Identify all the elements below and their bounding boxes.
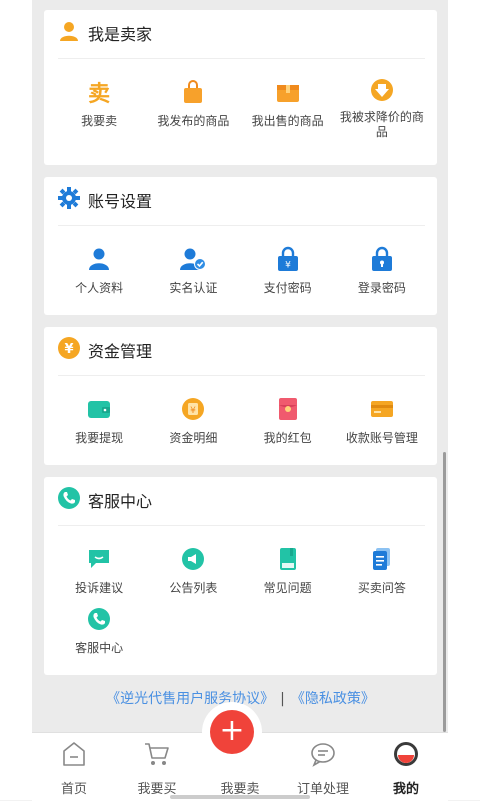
account-grid: 个人资料 实名认证 ¥ 支付密码 登录密码 — [52, 245, 429, 305]
yen-coin-icon: ¥ — [58, 337, 80, 363]
phone-circle-icon — [58, 487, 80, 513]
svg-text:¥: ¥ — [285, 261, 291, 271]
profile-avatar-icon — [394, 742, 418, 766]
home-icon — [63, 742, 85, 766]
home-indicator — [170, 795, 310, 799]
tile-label: 公告列表 — [169, 581, 218, 595]
box-icon — [274, 78, 302, 106]
tile-my-sold[interactable]: 我出售的商品 — [241, 78, 335, 138]
section-title: 资金管理 — [88, 342, 153, 361]
agreement-link[interactable]: 《逆光代售用户服务协议》 — [106, 691, 274, 707]
tile-faq[interactable]: 常见问题 — [241, 545, 335, 605]
tile-login-password[interactable]: 登录密码 — [335, 245, 429, 305]
right-margin — [448, 0, 480, 800]
tile-my-posted[interactable]: 我发布的商品 — [146, 78, 240, 138]
tile-announcements[interactable]: 公告列表 — [146, 545, 240, 605]
coin-detail-icon: ¥ — [179, 395, 207, 423]
tile-fund-detail[interactable]: ¥ 资金明细 — [146, 395, 240, 455]
user-orange-icon — [58, 20, 80, 46]
tab-orders[interactable]: 订单处理 — [283, 733, 363, 801]
left-margin — [0, 0, 32, 800]
book-icon — [274, 545, 302, 573]
message-icon — [311, 743, 335, 767]
login-lock-icon — [368, 245, 396, 273]
tile-label: 我的红包 — [263, 431, 312, 445]
tab-mine[interactable]: 我的 — [366, 733, 446, 801]
link-separator: | — [280, 691, 285, 707]
tile-label: 我要提现 — [75, 431, 124, 445]
sell-text-icon: 卖 — [88, 82, 111, 107]
tile-profile[interactable]: 个人资料 — [52, 245, 146, 305]
phone-icon — [85, 605, 113, 633]
seller-card: 我是卖家 卖 我要卖 我发布的商品 我出售的商品 我被求降价的商品 — [44, 10, 437, 165]
tile-complaint[interactable]: 投诉建议 — [52, 545, 146, 605]
tile-label: 实名认证 — [169, 281, 218, 295]
tile-payment-password[interactable]: ¥ 支付密码 — [241, 245, 335, 305]
divider — [58, 58, 425, 59]
account-card-header: 账号设置 — [44, 177, 437, 223]
section-title: 账号设置 — [88, 192, 153, 211]
tile-label: 常见问题 — [263, 581, 312, 595]
account-settings-card: 账号设置 个人资料 实名认证 ¥ 支付密码 登录密码 — [44, 177, 437, 315]
scrollbar[interactable] — [443, 452, 446, 732]
section-title: 客服中心 — [88, 492, 153, 511]
tile-label: 客服中心 — [75, 641, 124, 655]
tile-withdraw[interactable]: 我要提现 — [52, 395, 146, 455]
funds-card: ¥ 资金管理 我要提现 ¥ 资金明细 我的红包 收款账号管理 — [44, 327, 437, 465]
red-packet-icon — [274, 395, 302, 423]
document-icon — [368, 545, 396, 573]
card-icon — [368, 395, 396, 423]
tab-label: 我的 — [392, 782, 419, 797]
cart-icon — [145, 743, 169, 765]
tile-service-center[interactable]: 客服中心 — [52, 605, 146, 665]
tile-label: 我被求降价的商品 — [339, 110, 424, 139]
tile-label: 我发布的商品 — [157, 114, 230, 128]
tile-label: 收款账号管理 — [345, 431, 418, 445]
verified-person-icon — [179, 245, 207, 273]
tab-buy[interactable]: 我要买 — [117, 733, 197, 801]
person-icon — [85, 245, 113, 273]
tab-label: 首页 — [60, 782, 87, 797]
tile-label: 我出售的商品 — [251, 114, 324, 128]
seller-card-header: 我是卖家 — [44, 10, 437, 56]
svg-text:¥: ¥ — [191, 406, 197, 416]
sell-plus-button[interactable]: + — [210, 710, 254, 754]
divider — [58, 375, 425, 376]
privacy-link[interactable]: 《隐私政策》 — [291, 691, 375, 707]
chat-bubble-icon — [85, 545, 113, 573]
tile-label: 买卖问答 — [357, 581, 406, 595]
tile-label: 资金明细 — [169, 431, 218, 445]
funds-grid: 我要提现 ¥ 资金明细 我的红包 收款账号管理 — [52, 395, 429, 455]
wallet-icon — [85, 395, 113, 423]
tile-price-down[interactable]: 我被求降价的商品 — [335, 78, 429, 139]
funds-card-header: ¥ 资金管理 — [44, 327, 437, 373]
megaphone-icon — [179, 545, 207, 573]
shopping-bag-icon — [179, 78, 207, 106]
tile-red-packet[interactable]: 我的红包 — [241, 395, 335, 455]
section-title: 我是卖家 — [88, 25, 153, 44]
customer-service-card: 客服中心 投诉建议 公告列表 常见问题 买卖问答 客服中心 — [44, 477, 437, 675]
payment-lock-icon: ¥ — [274, 245, 302, 273]
tab-home[interactable]: 首页 — [34, 733, 114, 801]
gear-icon — [58, 187, 80, 213]
svg-text:¥: ¥ — [64, 342, 73, 357]
tile-payee-account[interactable]: 收款账号管理 — [335, 395, 429, 455]
tile-label: 个人资料 — [75, 281, 124, 295]
tile-real-name[interactable]: 实名认证 — [146, 245, 240, 305]
tile-label: 投诉建议 — [75, 581, 124, 595]
seller-grid: 卖 我要卖 我发布的商品 我出售的商品 我被求降价的商品 — [52, 78, 429, 139]
divider — [58, 525, 425, 526]
tile-label: 我要卖 — [81, 114, 118, 128]
divider — [58, 225, 425, 226]
down-arrow-badge-icon — [368, 78, 396, 102]
tile-label: 登录密码 — [357, 281, 406, 295]
tile-label: 支付密码 — [263, 281, 312, 295]
service-grid: 投诉建议 公告列表 常见问题 买卖问答 客服中心 — [52, 545, 429, 665]
tile-trade-qa[interactable]: 买卖问答 — [335, 545, 429, 605]
tile-sell[interactable]: 卖 我要卖 — [52, 78, 146, 138]
service-card-header: 客服中心 — [44, 477, 437, 523]
